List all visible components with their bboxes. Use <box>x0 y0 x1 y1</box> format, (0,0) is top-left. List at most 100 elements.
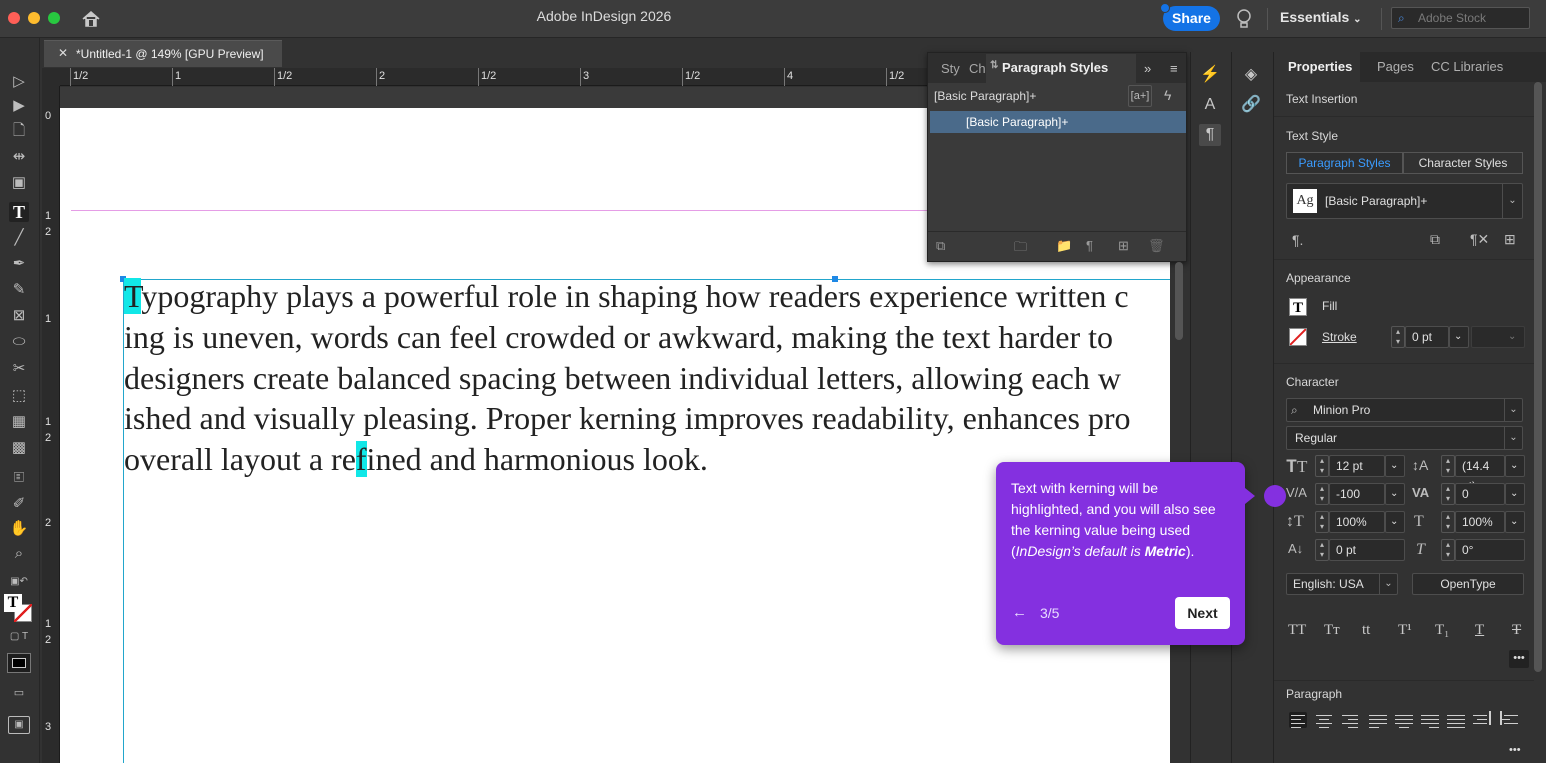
scissors-tool-icon[interactable]: ✂ <box>9 359 29 379</box>
tracking-spinner[interactable]: ▴ ▾ <box>1441 483 1455 505</box>
cc-libraries-icon[interactable]: ⚡ <box>1199 64 1221 86</box>
preview-mode-icon[interactable]: ▣ <box>8 716 30 734</box>
seg-paragraph-styles[interactable]: Paragraph Styles <box>1286 152 1403 174</box>
font-family-dropdown[interactable]: ⌕ Minion Pro ⌄ <box>1286 398 1523 422</box>
more-options-icon[interactable]: ••• <box>1509 744 1521 756</box>
pen-tool-icon[interactable]: ✒ <box>9 254 29 274</box>
subscript-button[interactable]: T₁ <box>1435 622 1449 639</box>
font-size-field[interactable]: 12 pt <box>1329 455 1385 477</box>
new-style-from-selection-icon[interactable]: [a+] <box>1128 85 1152 107</box>
gradient-tool-icon[interactable]: ▦ <box>9 412 29 432</box>
page-tool-icon[interactable]: 🗋 <box>9 121 29 141</box>
vertical-scale-dropdown[interactable]: ⌄ <box>1385 511 1405 533</box>
folder-icon[interactable]: 📁 <box>1056 238 1072 254</box>
align-away-from-spine-icon[interactable] <box>1500 711 1518 728</box>
quick-apply-icon[interactable]: ϟ <box>1164 87 1171 103</box>
gradient-feather-tool-icon[interactable]: ▩ <box>9 438 29 458</box>
stroke-spinner[interactable]: ▴ ▾ <box>1391 326 1405 348</box>
coach-next-button[interactable]: Next <box>1175 597 1230 629</box>
align-left-icon[interactable] <box>1289 712 1307 728</box>
tab-properties[interactable]: Properties <box>1274 52 1360 82</box>
workspace-switcher[interactable]: Essentials ⌄ <box>1280 9 1362 25</box>
stroke-swatch-icon[interactable] <box>1289 328 1307 346</box>
font-size-dropdown[interactable]: ⌄ <box>1385 455 1405 477</box>
ruler-origin[interactable] <box>42 68 60 86</box>
align-towards-spine-icon[interactable] <box>1473 711 1491 728</box>
properties-scrollbar[interactable] <box>1534 82 1542 672</box>
selection-tool-icon[interactable]: ▷ <box>9 72 29 92</box>
font-size-spinner[interactable]: ▴ ▾ <box>1315 455 1329 477</box>
horizontal-scale-dropdown[interactable]: ⌄ <box>1505 511 1525 533</box>
clear-overrides-icon[interactable]: ¶✕ <box>1470 231 1489 248</box>
paragraph-styles-icon[interactable]: ¶ <box>1199 124 1221 146</box>
ellipse-tool-icon[interactable]: ⬭ <box>9 332 29 352</box>
underline-button[interactable]: T <box>1475 622 1484 639</box>
fill-stroke-swatch-icon[interactable]: T <box>4 594 34 624</box>
seg-character-styles[interactable]: Character Styles <box>1403 152 1523 174</box>
clear-overrides-icon[interactable]: ¶ <box>1086 238 1093 253</box>
content-collector-icon[interactable]: ▣ <box>9 173 29 193</box>
stroke-weight-field[interactable]: 0 pt <box>1405 326 1449 348</box>
horizontal-scale-field[interactable]: 100% <box>1455 511 1505 533</box>
align-right-icon[interactable] <box>1342 712 1360 728</box>
zoom-tool-icon[interactable]: ⌕ <box>9 544 29 564</box>
hand-tool-icon[interactable]: ✋ <box>9 519 29 539</box>
add-style-icon[interactable]: ⊞ <box>1504 231 1516 248</box>
new-style-icon[interactable]: ⊞ <box>1118 238 1129 254</box>
superscript-button[interactable]: T¹ <box>1398 622 1412 639</box>
language-dropdown[interactable]: English: USA ⌄ <box>1286 573 1398 595</box>
rectangle-frame-tool-icon[interactable]: ⊠ <box>9 306 29 326</box>
expand-panel-icon[interactable]: » <box>1144 61 1151 76</box>
kerning-dropdown[interactable]: ⌄ <box>1385 483 1405 505</box>
new-group-from-styles-icon[interactable]: 🗀 <box>1014 238 1027 260</box>
back-arrow-icon[interactable]: ← <box>1012 604 1027 621</box>
style-dropdown[interactable]: Ag [Basic Paragraph]+ ⌄ <box>1286 183 1523 219</box>
all-caps-button[interactable]: TT <box>1288 622 1306 639</box>
eyedropper-tool-icon[interactable]: ✐ <box>9 494 29 514</box>
panel-menu-icon[interactable]: ≡ <box>1170 61 1178 76</box>
vertical-ruler[interactable]: 0 1 2 1 1 2 2 1 2 3 <box>42 86 60 763</box>
leading-spinner[interactable]: ▴ ▾ <box>1441 455 1455 477</box>
opentype-button[interactable]: OpenType <box>1412 573 1524 595</box>
justify-all-icon[interactable] <box>1447 712 1465 728</box>
skew-spinner[interactable]: ▴ ▾ <box>1441 539 1455 561</box>
tab-pages[interactable]: Pages <box>1377 59 1414 74</box>
leading-field[interactable]: (14.4 pt) <box>1455 455 1505 493</box>
horizontal-scale-spinner[interactable]: ▴ ▾ <box>1441 511 1455 533</box>
type-tool-icon[interactable]: T <box>9 202 29 222</box>
align-center-icon[interactable] <box>1316 712 1334 728</box>
layers-icon[interactable]: ◈ <box>1240 64 1262 86</box>
stroke-weight-dropdown[interactable]: ⌄ <box>1449 326 1469 348</box>
leading-dropdown[interactable]: ⌄ <box>1505 455 1525 477</box>
tab-cc-libraries[interactable]: CC Libraries <box>1431 59 1503 74</box>
free-transform-tool-icon[interactable]: ⬚ <box>9 386 29 406</box>
skew-field[interactable]: 0° <box>1455 539 1525 561</box>
vertical-scale-spinner[interactable]: ▴ ▾ <box>1315 511 1329 533</box>
load-styles-icon[interactable]: ⧉ <box>936 238 945 254</box>
tab-character-styles[interactable]: Ch <box>969 61 986 76</box>
justify-center-icon[interactable] <box>1395 712 1413 728</box>
line-tool-icon[interactable]: ╱ <box>9 228 29 248</box>
screen-mode-icon[interactable]: ▭ <box>9 683 29 703</box>
paragraph-mark-icon[interactable]: ¶. <box>1292 232 1303 248</box>
default-colors-icon[interactable]: ▣↶ <box>9 572 29 592</box>
share-button[interactable]: Share <box>1163 6 1220 31</box>
justify-left-icon[interactable] <box>1369 712 1387 728</box>
kerning-spinner[interactable]: ▴ ▾ <box>1315 483 1329 505</box>
tracking-dropdown[interactable]: ⌄ <box>1505 483 1525 505</box>
baseline-shift-spinner[interactable]: ▴ ▾ <box>1315 539 1329 561</box>
direct-selection-tool-icon[interactable]: ▶ <box>9 96 29 116</box>
vertical-scale-field[interactable]: 100% <box>1329 511 1385 533</box>
lowercase-button[interactable]: tt <box>1362 622 1370 639</box>
tracking-field[interactable]: 0 <box>1455 483 1505 505</box>
lightbulb-icon[interactable] <box>1236 8 1252 30</box>
font-style-dropdown[interactable]: Regular ⌄ <box>1286 426 1523 450</box>
links-icon[interactable]: 🔗 <box>1240 94 1262 116</box>
note-tool-icon[interactable]: 🗉 <box>9 468 29 488</box>
stroke-link[interactable]: Stroke <box>1322 330 1357 344</box>
gap-tool-icon[interactable]: ⇹ <box>9 147 29 167</box>
baseline-shift-field[interactable]: 0 pt <box>1329 539 1405 561</box>
close-tab-icon[interactable]: ✕ <box>58 46 68 60</box>
tab-paragraph-styles[interactable]: ⇅ Paragraph Styles <box>986 54 1136 83</box>
new-style-icon[interactable]: ⧉ <box>1430 231 1440 248</box>
